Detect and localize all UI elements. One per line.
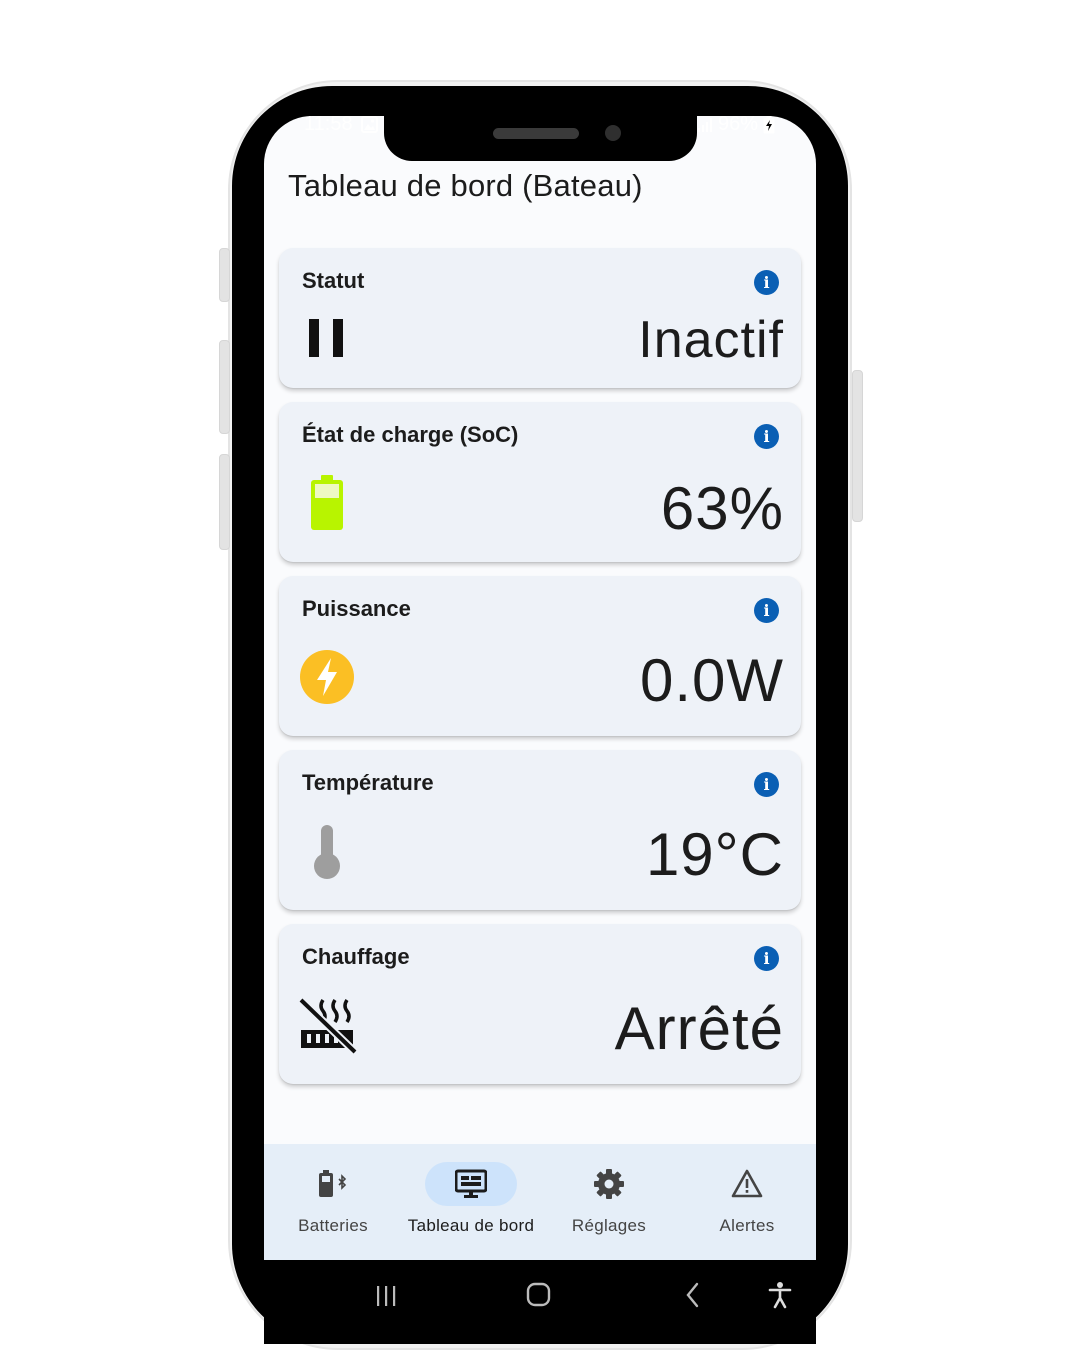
- power-card: Puissance i 0.0W: [279, 576, 801, 736]
- nav-item-settings[interactable]: Réglages: [540, 1144, 678, 1260]
- info-icon[interactable]: i: [754, 946, 779, 971]
- battery-charging-icon: [763, 115, 775, 133]
- power-value: 0.0W: [639, 647, 784, 714]
- accessibility-icon[interactable]: [766, 1280, 794, 1310]
- info-icon[interactable]: i: [754, 270, 779, 295]
- signal-icon: [698, 117, 712, 132]
- page-title: Tableau de bord (Bateau): [288, 168, 643, 203]
- card-title: Chauffage: [302, 944, 410, 969]
- side-button-left-2: [219, 340, 230, 434]
- notch: [384, 100, 697, 161]
- image-notification-icon: [360, 116, 378, 133]
- nav-label: Réglages: [571, 1216, 647, 1235]
- back-icon[interactable]: [680, 1280, 708, 1310]
- recent-apps-icon[interactable]: [372, 1282, 400, 1310]
- card-title: Température: [302, 770, 434, 795]
- side-button-right: [852, 370, 863, 522]
- info-icon[interactable]: i: [754, 424, 779, 449]
- heating-card: Chauffage i Arrêté: [279, 924, 801, 1084]
- card-title: État de charge (SoC): [302, 422, 519, 447]
- info-icon[interactable]: i: [754, 598, 779, 623]
- nav-label: Alertes: [719, 1216, 775, 1235]
- front-camera: [605, 125, 621, 141]
- soc-card: État de charge (SoC) i 63%: [279, 402, 801, 562]
- soc-value: 63%: [660, 475, 784, 542]
- bolt-icon: [300, 650, 354, 704]
- battery-bluetooth-icon: [319, 1170, 347, 1197]
- home-icon[interactable]: [525, 1280, 553, 1310]
- status-bar-left: 11:58: [304, 113, 378, 136]
- bottom-navigation: Batteries Tableau de bord Réglages Alert…: [264, 1144, 816, 1260]
- side-button-left-1: [219, 248, 230, 302]
- heating-off-icon: [298, 997, 357, 1055]
- nav-label: Batteries: [298, 1216, 368, 1235]
- nav-item-dashboard[interactable]: Tableau de bord: [402, 1144, 540, 1260]
- dashboard-monitor-icon: [455, 1169, 487, 1198]
- side-button-left-3: [219, 454, 230, 550]
- status-value: Inactif: [638, 311, 784, 369]
- gear-icon: [594, 1169, 624, 1199]
- heating-value: Arrêté: [614, 995, 784, 1062]
- warning-icon: [731, 1169, 763, 1198]
- nav-label: Tableau de bord: [407, 1216, 535, 1235]
- battery-icon: [311, 475, 343, 530]
- status-bar-right: 96%: [697, 113, 775, 136]
- temperature-value: 19°C: [645, 821, 784, 888]
- nav-item-batteries[interactable]: Batteries: [264, 1144, 402, 1260]
- pause-icon: [309, 319, 343, 357]
- nav-item-alerts[interactable]: Alertes: [678, 1144, 816, 1260]
- card-title: Puissance: [302, 596, 411, 621]
- card-title: Statut: [302, 268, 365, 293]
- system-navigation-bar: [264, 1260, 816, 1344]
- temperature-card: Température i 19°C: [279, 750, 801, 910]
- thermometer-icon: [314, 825, 340, 879]
- status-card: Statut i Inactif: [279, 248, 801, 388]
- status-time: 11:58: [304, 113, 353, 135]
- info-icon[interactable]: i: [754, 772, 779, 797]
- speaker-grille: [493, 128, 579, 139]
- battery-percentage: 96%: [718, 113, 759, 135]
